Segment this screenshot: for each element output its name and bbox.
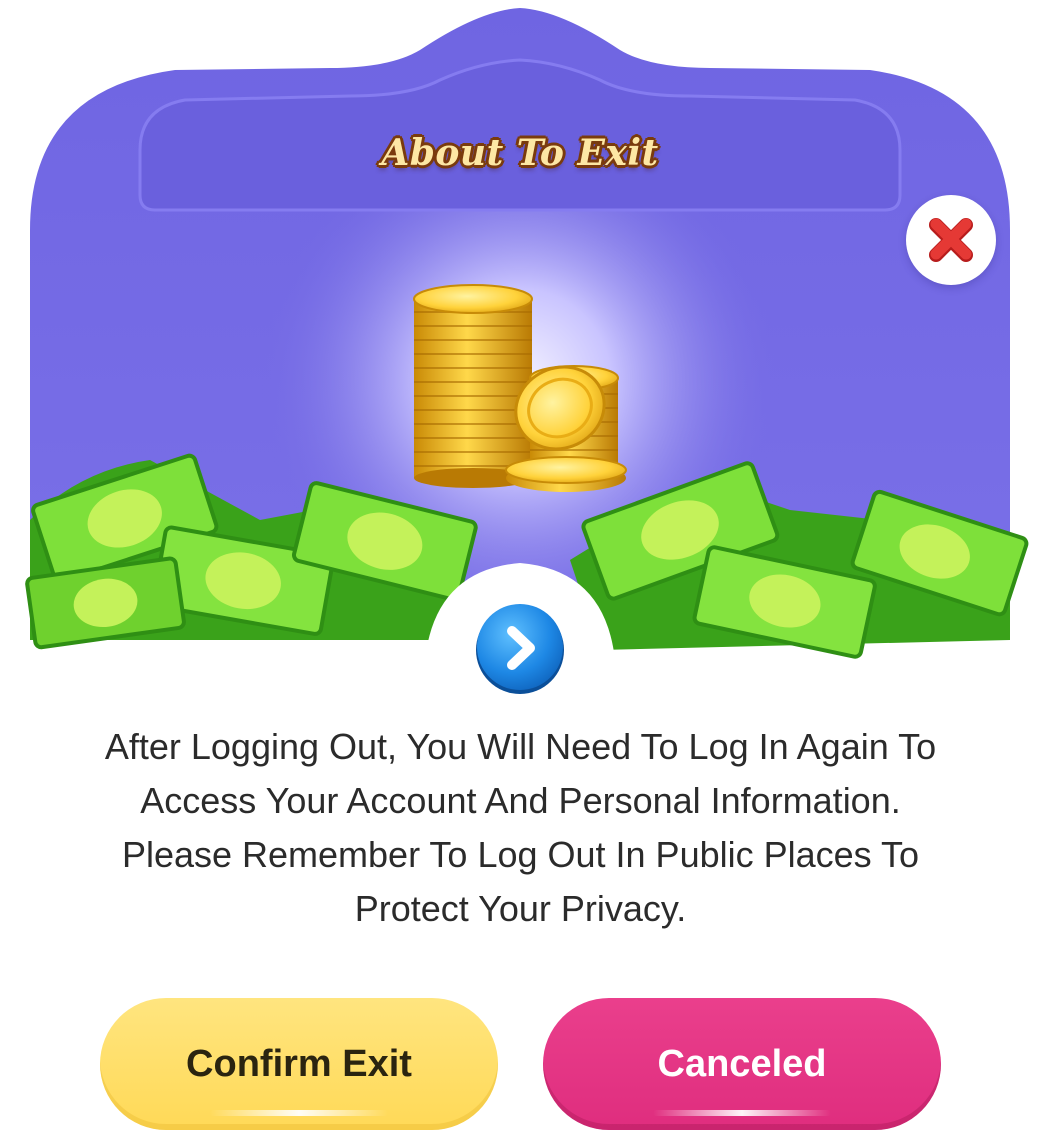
button-gloss [210,1110,388,1116]
confirm-exit-label: Confirm Exit [186,1043,412,1085]
confirm-exit-button[interactable]: Confirm Exit [100,998,498,1130]
cancel-button[interactable]: Canceled [543,998,941,1130]
exit-dialog: About To Exit After Logging Out, You Wil… [0,0,1041,1143]
logout-message: After Logging Out, You Will Need To Log … [104,726,937,929]
close-button[interactable] [906,195,996,285]
close-icon [929,218,973,262]
dialog-title: About To Exit [381,132,659,174]
button-gloss [653,1110,831,1116]
chevron-right-icon [476,604,564,694]
next-arrow-button[interactable] [474,603,566,695]
cancel-label: Canceled [657,1043,827,1085]
